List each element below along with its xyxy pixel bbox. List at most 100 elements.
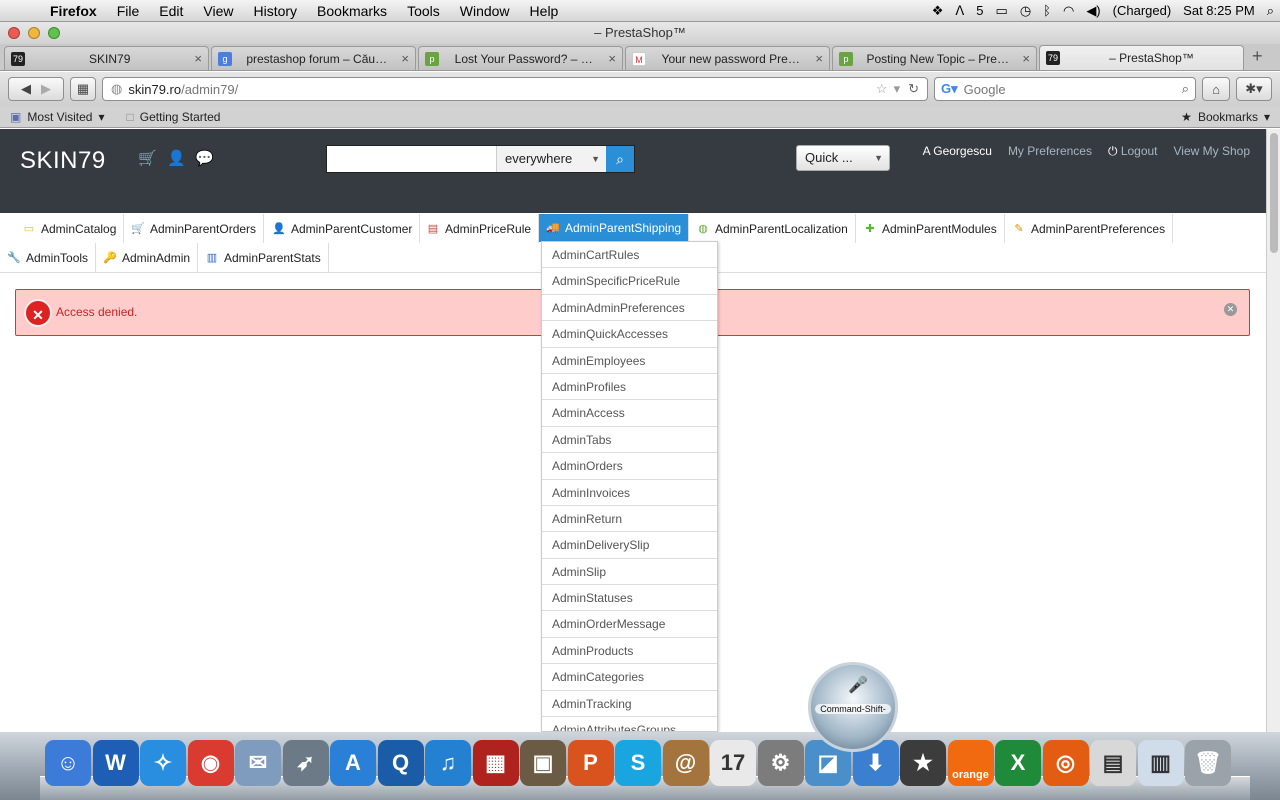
home-icon[interactable]: ⌂ xyxy=(1202,77,1230,101)
search-button-icon[interactable]: ⌕ xyxy=(606,146,634,172)
word-doc-dock-icon[interactable]: ▥ xyxy=(1137,740,1184,786)
admin-tab-catalog[interactable]: ▭ AdminCatalog xyxy=(15,214,125,243)
close-tab-icon[interactable]: × xyxy=(194,51,202,66)
submenu-item[interactable]: AdminReturn xyxy=(542,506,717,533)
app-store-dock-icon[interactable]: A xyxy=(330,740,376,786)
word-dock-icon[interactable]: W xyxy=(92,740,139,786)
finder-dock-icon[interactable]: ☺ xyxy=(45,740,91,786)
url-bar[interactable]: ◍ skin79.ro/admin79/ ☆ ▾ ↻ xyxy=(102,77,928,101)
submenu-item[interactable]: AdminSlip xyxy=(542,559,717,586)
sidebar-toggle-icon[interactable]: ▦ xyxy=(70,77,96,101)
imovie-dock-icon[interactable]: ★ xyxy=(900,740,946,786)
my-preferences-link[interactable]: My Preferences xyxy=(1008,144,1092,159)
browser-tab[interactable]: p Posting New Topic – Pre… × xyxy=(832,46,1037,70)
submenu-item[interactable]: AdminStatuses xyxy=(542,585,717,612)
quicktime-dock-icon[interactable]: Q xyxy=(377,740,424,786)
back-icon[interactable]: ◀ xyxy=(21,81,31,97)
clock[interactable]: Sat 8:25 PM xyxy=(1177,3,1261,18)
submenu-item[interactable]: AdminAdminPreferences xyxy=(542,295,717,322)
close-alert-icon[interactable]: ✕ xyxy=(1224,303,1237,316)
admin-tab-stats[interactable]: ▥ AdminParentStats xyxy=(198,243,329,272)
minimize-window-icon[interactable] xyxy=(28,27,40,39)
time-machine-icon[interactable]: ◷ xyxy=(1014,3,1037,19)
launchpad-dock-icon[interactable]: ➶ xyxy=(282,740,329,786)
notification-badge[interactable]: 5 xyxy=(970,3,989,18)
extension-icon[interactable]: ✱▾ xyxy=(1236,77,1272,101)
bookmarks-menu[interactable]: ★ Bookmarks ▾ xyxy=(1181,110,1280,124)
menu-history[interactable]: History xyxy=(243,3,307,19)
documents-dock-icon[interactable]: ▤ xyxy=(1090,740,1136,786)
admin-tab-shipping[interactable]: 🚚 AdminParentShipping xyxy=(539,214,690,242)
wifi-icon[interactable]: ◠ xyxy=(1057,3,1080,19)
admin-tab-localization[interactable]: ◍ AdminParentLocalization xyxy=(689,214,856,243)
admin-tab-preferences[interactable]: ✎ AdminParentPreferences xyxy=(1005,214,1174,243)
getting-started-bookmark[interactable]: □ Getting Started xyxy=(127,110,221,124)
messages-icon[interactable]: 💬 xyxy=(195,149,214,167)
browser-tab[interactable]: p Lost Your Password? – … × xyxy=(418,46,623,70)
admin-tab-modules[interactable]: ✚ AdminParentModules xyxy=(856,214,1005,243)
spotlight-icon[interactable]: ⌕ xyxy=(1261,3,1280,19)
menu-edit[interactable]: Edit xyxy=(149,3,193,19)
forward-icon[interactable]: ▶ xyxy=(41,81,51,97)
close-tab-icon[interactable]: × xyxy=(401,51,409,66)
menu-tools[interactable]: Tools xyxy=(397,3,450,19)
submenu-item[interactable]: AdminOrderMessage xyxy=(542,611,717,638)
scrollbar-thumb[interactable] xyxy=(1270,133,1278,253)
mail-stamp-dock-icon[interactable]: ✉ xyxy=(235,740,281,786)
submenu-item[interactable]: AdminProfiles xyxy=(542,374,717,401)
close-tab-icon[interactable]: × xyxy=(815,51,823,66)
menu-help[interactable]: Help xyxy=(520,3,569,19)
close-window-icon[interactable] xyxy=(8,27,20,39)
browser-tab[interactable]: g prestashop forum – Cău… × xyxy=(211,46,416,70)
search-scope-select[interactable]: everywhere ▼ xyxy=(496,146,606,172)
menu-app-firefox[interactable]: Firefox xyxy=(40,3,107,19)
submenu-item[interactable]: AdminSpecificPriceRule xyxy=(542,268,717,295)
powerpoint-dock-icon[interactable]: P xyxy=(567,740,614,786)
submenu-item[interactable]: AdminTracking xyxy=(542,691,717,718)
close-tab-icon[interactable]: × xyxy=(608,51,616,66)
admin-tab-orders[interactable]: 🛒 AdminParentOrders xyxy=(124,214,265,243)
firefox-dock-icon[interactable]: ◎ xyxy=(1042,740,1089,786)
admin-search-input[interactable] xyxy=(327,146,496,172)
quick-access-select[interactable]: Quick ... ▼ xyxy=(796,145,890,171)
submenu-item[interactable]: AdminAttributesGroups xyxy=(542,717,717,731)
submenu-item[interactable]: AdminCartRules xyxy=(542,242,717,269)
trash-dock-icon[interactable]: 🗑 xyxy=(1185,740,1231,786)
battery-status[interactable]: (Charged) xyxy=(1107,3,1178,18)
google-logo-icon[interactable]: G▾ xyxy=(941,81,958,97)
safari-dock-icon[interactable]: ✧ xyxy=(140,740,186,786)
search-engine-box[interactable]: G▾ Google ⌕ xyxy=(934,77,1196,101)
most-visited-bookmark[interactable]: ▣ Most Visited ▾ xyxy=(10,110,105,124)
vertical-scrollbar[interactable] xyxy=(1266,129,1280,732)
search-icon[interactable]: ⌕ xyxy=(1182,81,1189,97)
employee-name[interactable]: A Georgescu xyxy=(923,144,992,159)
chrome-dock-icon[interactable]: ◉ xyxy=(187,740,234,786)
submenu-item[interactable]: AdminEmployees xyxy=(542,348,717,374)
itunes-dock-icon[interactable]: ♫ xyxy=(425,740,471,786)
reload-icon[interactable]: ↻ xyxy=(908,81,919,97)
browser-tab[interactable]: M Your new password Pre… × xyxy=(625,46,830,70)
admin-tab-admin[interactable]: 🔑 AdminAdmin xyxy=(96,243,199,272)
zoom-window-icon[interactable] xyxy=(48,27,60,39)
menu-window[interactable]: Window xyxy=(450,3,520,19)
excel-dock-icon[interactable]: X xyxy=(995,740,1041,786)
iphoto-dock-icon[interactable]: ▣ xyxy=(520,740,566,786)
photo-booth-dock-icon[interactable]: ▦ xyxy=(472,740,519,786)
menu-file[interactable]: File xyxy=(107,3,150,19)
browser-tab[interactable]: 79 SKIN79 × xyxy=(4,46,209,70)
submenu-item[interactable]: AdminCategories xyxy=(542,664,717,691)
admin-tab-customer[interactable]: 👤 AdminParentCustomer xyxy=(265,214,421,243)
submenu-item[interactable]: AdminProducts xyxy=(542,638,717,665)
history-dropdown-icon[interactable]: ▾ xyxy=(894,81,901,97)
submenu-item[interactable]: AdminDeliverySlip xyxy=(542,532,717,559)
menu-view[interactable]: View xyxy=(193,3,243,19)
volume-icon[interactable]: ◀) xyxy=(1080,3,1106,19)
logout-link[interactable]: ⏻ Logout xyxy=(1108,144,1158,159)
adobe-icon[interactable]: ᐱ xyxy=(949,3,970,19)
dropbox-icon[interactable]: ❖ xyxy=(926,3,950,19)
bluetooth-icon[interactable]: ᛒ xyxy=(1037,3,1057,18)
system-preferences-dock-icon[interactable]: ⚙ xyxy=(757,740,804,786)
view-my-shop-link[interactable]: View My Shop xyxy=(1174,144,1250,159)
shop-brand[interactable]: SKIN79 xyxy=(20,147,106,175)
calendar-dock-icon[interactable]: 17 xyxy=(710,740,756,786)
